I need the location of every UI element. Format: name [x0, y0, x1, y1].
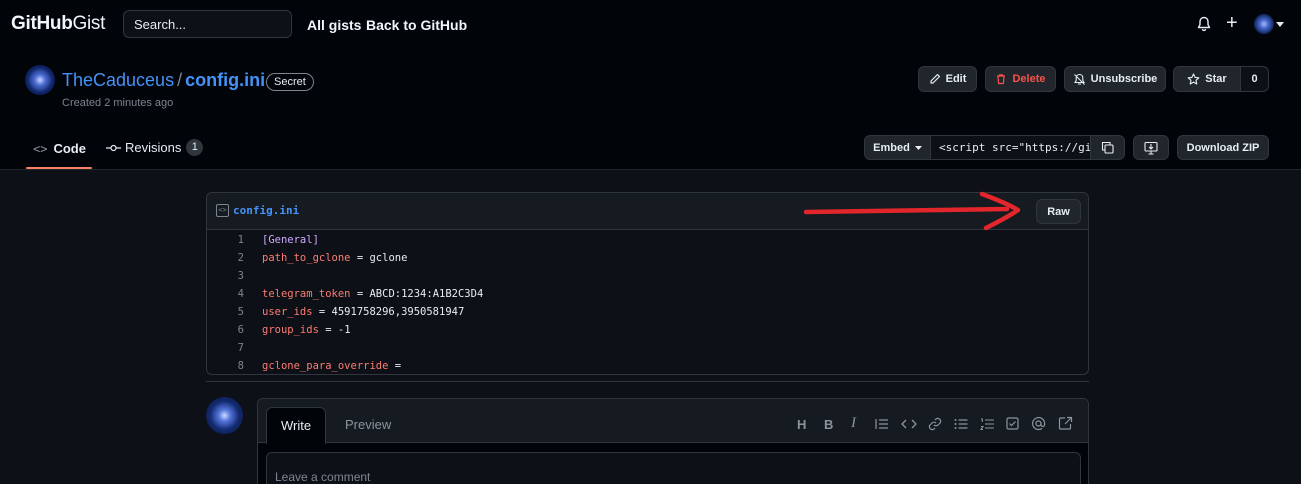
tab-write[interactable]: Write [266, 407, 327, 444]
search-input[interactable] [123, 10, 292, 38]
line-number[interactable]: 6 [207, 324, 244, 336]
comment-textarea[interactable] [266, 452, 1081, 484]
line-number[interactable]: 7 [207, 342, 244, 354]
user-avatar [1254, 14, 1274, 34]
code-line: 5 user_ids = 4591758296,3950581947 [207, 303, 1088, 321]
line-number[interactable]: 8 [207, 360, 244, 372]
git-commit-icon [106, 144, 121, 151]
embed-dropdown-button[interactable]: Embed [864, 135, 931, 160]
ini-key: group_ids [262, 324, 319, 336]
active-tab-indicator [26, 167, 92, 169]
embed-code-field[interactable]: <script src="https://gist.github.com/ [930, 135, 1091, 160]
line-content: user_ids = 4591758296,3950581947 [262, 306, 464, 318]
code-line: 1 [General] [207, 231, 1088, 249]
ini-value: = ABCD:1234:A1B2C3D4 [350, 288, 484, 300]
ini-value: = -1 [318, 324, 351, 336]
caret-down-icon [1276, 22, 1284, 27]
notifications-bell-icon[interactable] [1197, 16, 1211, 35]
ini-key: telegram_token [262, 288, 351, 300]
ini-key: path_to_gclone [262, 252, 351, 264]
ini-value: = 4591758296,3950581947 [312, 306, 465, 318]
tab-preview[interactable]: Preview [331, 407, 405, 444]
quote-icon[interactable] [875, 418, 889, 430]
owner-link[interactable]: TheCaduceus [62, 70, 174, 90]
gist-filename-link[interactable]: config.ini [185, 70, 265, 90]
comment-toolbar: Write Preview H B I [258, 399, 1088, 444]
code-line: 4 telegram_token = ABCD:1234:A1B2C3D4 [207, 285, 1088, 303]
download-zip-button[interactable]: Download ZIP [1177, 135, 1269, 160]
owner-avatar[interactable] [25, 65, 55, 95]
line-content: gclone_para_override = [262, 360, 401, 372]
star-button[interactable]: Star [1173, 66, 1241, 92]
delete-button[interactable]: Delete [985, 66, 1056, 92]
task-list-icon[interactable] [1006, 417, 1019, 430]
line-number[interactable]: 2 [207, 252, 244, 264]
code-line: 3 [207, 267, 1088, 285]
ini-value: = [388, 360, 402, 372]
github-gist-logo[interactable]: GitHubGist [11, 13, 105, 35]
pencil-icon [930, 73, 940, 84]
ini-key: user_ids [262, 306, 313, 318]
top-navbar: GitHubGist All gists Back to GitHub + [0, 0, 1301, 52]
code-line: 8 gclone_para_override = [207, 357, 1088, 374]
italic-icon[interactable]: I [851, 415, 856, 432]
cross-reference-icon[interactable] [1058, 416, 1073, 431]
annotation-arrow-icon [803, 191, 1021, 231]
code-icon[interactable] [901, 418, 917, 430]
link-icon[interactable] [928, 417, 942, 431]
line-content: [General] [262, 234, 319, 246]
back-to-github-link[interactable]: Back to GitHub [366, 17, 467, 33]
line-number[interactable]: 1 [207, 234, 244, 246]
edit-button[interactable]: Edit [918, 66, 977, 92]
copy-embed-button[interactable] [1090, 135, 1125, 160]
created-timestamp: Created 2 minutes ago [62, 97, 174, 109]
breadcrumb-separator: / [177, 70, 183, 90]
mention-icon[interactable] [1031, 416, 1046, 431]
section-divider [206, 381, 1089, 382]
ini-section: [General] [262, 234, 319, 246]
desktop-download-icon [1144, 141, 1158, 155]
comment-editor: Write Preview H B I [257, 398, 1089, 484]
trash-icon [997, 74, 1006, 85]
ini-value: = gclone [350, 252, 408, 264]
bell-slash-icon [1073, 73, 1085, 85]
revisions-count-badge: 1 [186, 139, 204, 156]
unsubscribe-button[interactable]: Unsubscribe [1064, 66, 1166, 92]
code-brackets-icon: <> [33, 142, 48, 156]
line-number[interactable]: 4 [207, 288, 244, 300]
bold-icon[interactable]: B [824, 417, 833, 432]
bulleted-list-icon[interactable] [954, 418, 968, 430]
line-content: telegram_token = ABCD:1234:A1B2C3D4 [262, 288, 483, 300]
line-number[interactable]: 3 [207, 270, 244, 282]
code-line: 2 path_to_gclone = gclone [207, 249, 1088, 267]
open-desktop-button[interactable] [1133, 135, 1169, 160]
secret-badge: Secret [266, 73, 314, 91]
line-number[interactable]: 5 [207, 306, 244, 318]
commenter-avatar [206, 397, 243, 434]
code-line: 7 [207, 339, 1088, 357]
chevron-down-icon [914, 145, 922, 150]
star-count[interactable]: 0 [1240, 66, 1269, 92]
create-new-plus-icon[interactable]: + [1226, 13, 1238, 33]
code-line: 6 group_ids = -1 [207, 321, 1088, 339]
all-gists-link[interactable]: All gists [307, 17, 361, 33]
star-icon [1187, 72, 1200, 85]
heading-icon[interactable]: H [797, 417, 806, 432]
numbered-list-icon[interactable] [980, 418, 994, 430]
code-file-icon: <> [216, 204, 229, 217]
tab-revisions[interactable]: Revisions 1 [106, 139, 204, 156]
breadcrumb: TheCaduceus / config.ini [62, 70, 265, 91]
line-content: group_ids = -1 [262, 324, 351, 336]
tab-code[interactable]: <> Code [33, 141, 86, 156]
copy-icon [1101, 141, 1114, 154]
ini-key: gclone_para_override [262, 360, 389, 372]
file-name-link[interactable]: config.ini [233, 204, 299, 217]
raw-button[interactable]: Raw [1036, 199, 1081, 224]
code-view: 1 [General] 2 path_to_gclone = gclone 3 4 tele… [207, 231, 1088, 374]
line-content: path_to_gclone = gclone [262, 252, 407, 264]
